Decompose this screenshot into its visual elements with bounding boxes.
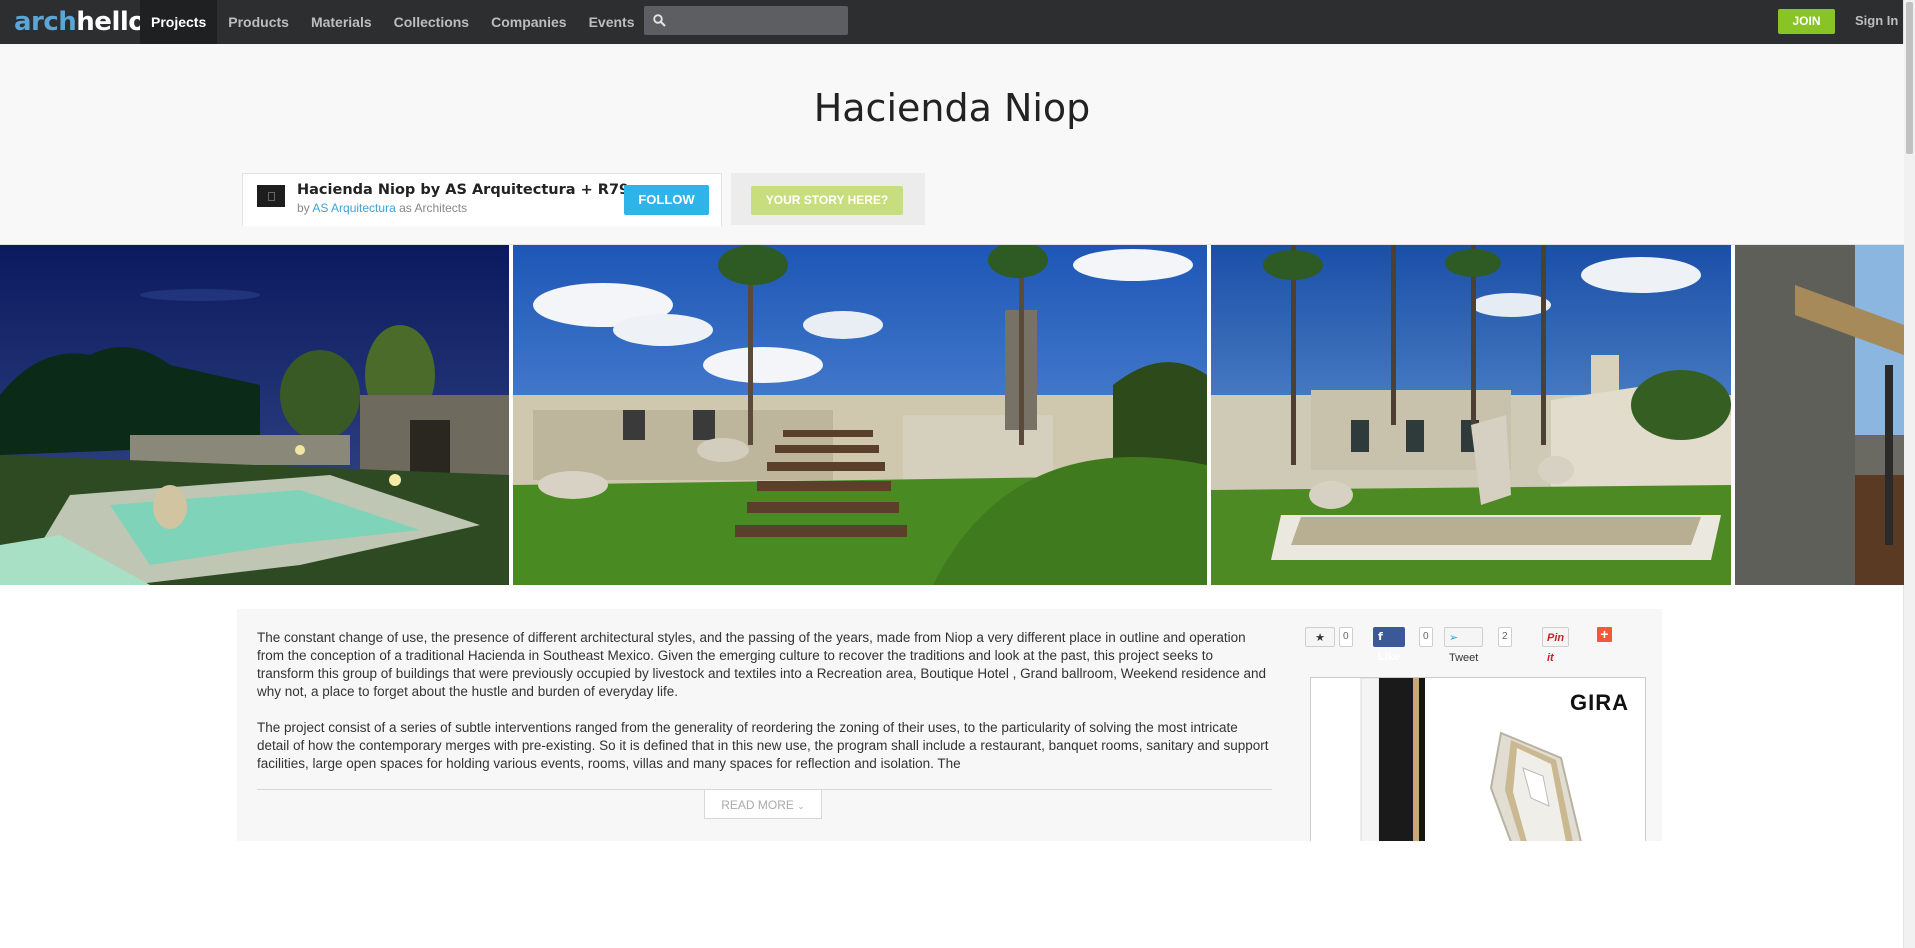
logo-part-arch: arch <box>14 7 77 37</box>
nav-item-companies[interactable]: Companies <box>480 0 577 44</box>
story-tab: YOUR STORY HERE? <box>731 173 925 225</box>
facebook-like-button[interactable]: f Like <box>1373 627 1406 663</box>
photo-gallery <box>0 245 1904 585</box>
nav-item-materials[interactable]: Materials <box>300 0 383 44</box>
architect-link[interactable]: AS Arquitectura <box>312 201 395 215</box>
pinterest-button[interactable]: Pin it <box>1542 627 1570 664</box>
star-button[interactable]: ★ <box>1305 627 1335 647</box>
page-scrollbar[interactable] <box>1903 0 1915 948</box>
facebook-like-count: 0 <box>1419 627 1433 647</box>
gira-advertisement[interactable]: GIRA <box>1310 677 1646 841</box>
top-navigation-bar: archhello Projects Products Materials Co… <box>0 0 1904 44</box>
your-story-button[interactable]: YOUR STORY HERE? <box>751 186 903 215</box>
search-input[interactable] <box>644 6 848 35</box>
byline-prefix: by <box>297 201 310 215</box>
architect-avatar[interactable] <box>257 185 285 207</box>
tweet-button[interactable]: ➢ Tweet <box>1444 627 1484 664</box>
nav-item-collections[interactable]: Collections <box>383 0 480 44</box>
gallery-photo-pergola[interactable] <box>1735 245 1904 585</box>
gallery-photo-fountain-chapel[interactable] <box>1211 245 1731 585</box>
description-paragraph-2: The project consist of a series of subtl… <box>257 720 1269 771</box>
chevron-down-icon: ⌄ <box>797 801 805 811</box>
project-description: The constant change of use, the presence… <box>257 629 1272 773</box>
project-card: Hacienda Niop by AS Arquitectura + R79 b… <box>242 173 722 226</box>
search-icon <box>653 14 666 27</box>
read-more-button[interactable]: READ MORE ⌄ <box>704 789 822 819</box>
read-more-label: READ MORE <box>721 798 794 812</box>
nav-item-events[interactable]: Events <box>578 0 646 44</box>
gallery-photo-stairs-mound[interactable] <box>513 245 1207 585</box>
facebook-icon: f <box>1378 630 1383 643</box>
follow-button[interactable]: FOLLOW <box>624 185 709 215</box>
star-count: 0 <box>1339 627 1353 647</box>
join-button[interactable]: JOIN <box>1778 9 1835 34</box>
sign-in-link[interactable]: Sign In <box>1855 0 1898 42</box>
nav-item-products[interactable]: Products <box>217 0 300 44</box>
share-plus-icon[interactable]: + <box>1597 627 1612 642</box>
scrollbar-thumb[interactable] <box>1906 2 1913 154</box>
description-paragraph-1: The constant change of use, the presence… <box>257 630 1267 699</box>
switch-frame-image <box>1360 678 1582 841</box>
archello-logo[interactable]: archhello <box>14 7 146 37</box>
page-title: Hacienda Niop <box>813 86 1091 130</box>
logo-part-hello: hello <box>76 7 146 37</box>
project-description-section: The constant change of use, the presence… <box>237 609 1662 841</box>
main-nav: Projects Products Materials Collections … <box>140 0 646 44</box>
tweet-count: 2 <box>1498 627 1512 647</box>
twitter-icon: ➢ <box>1449 632 1459 644</box>
project-byline: by AS Arquitectura as Architects <box>297 201 467 215</box>
star-icon: ★ <box>1315 632 1325 644</box>
tweet-label: Tweet <box>1449 652 1479 664</box>
nav-item-projects[interactable]: Projects <box>140 0 218 44</box>
facebook-like-label: Like <box>1378 651 1401 663</box>
gallery-photo-night-courtyard[interactable] <box>0 245 509 585</box>
project-title: Hacienda Niop by AS Arquitectura + R79 <box>297 182 630 198</box>
byline-role: as Architects <box>399 201 468 215</box>
